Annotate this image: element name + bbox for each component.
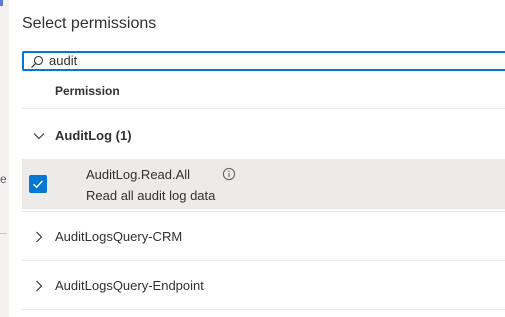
row-divider bbox=[22, 260, 505, 261]
row-divider bbox=[22, 309, 505, 310]
header-divider bbox=[22, 108, 505, 109]
group-row-auditlogsquery-endpoint[interactable]: AuditLogsQuery-Endpoint bbox=[22, 263, 505, 309]
background-panel-edge bbox=[0, 0, 9, 317]
group-row-auditlog[interactable]: AuditLog (1) bbox=[22, 112, 505, 156]
column-header-permission: Permission bbox=[55, 84, 120, 98]
info-icon[interactable] bbox=[222, 167, 236, 181]
search-box[interactable] bbox=[22, 51, 505, 71]
group-label: AuditLog (1) bbox=[55, 128, 132, 143]
group-row-auditlogsquery-crm[interactable]: AuditLogsQuery-CRM bbox=[22, 214, 505, 260]
background-accent-mark bbox=[0, 0, 3, 6]
chevron-right-icon[interactable] bbox=[32, 279, 46, 293]
permission-row-auditlog-read-all[interactable]: AuditLog.Read.All Read all audit log dat… bbox=[22, 159, 505, 209]
chevron-down-icon[interactable] bbox=[32, 129, 46, 143]
search-icon bbox=[31, 55, 44, 68]
background-divider bbox=[0, 233, 7, 234]
permission-description: Read all audit log data bbox=[86, 188, 216, 203]
search-input[interactable] bbox=[49, 53, 249, 69]
group-label: AuditLogsQuery-Endpoint bbox=[55, 278, 204, 293]
permission-checkbox[interactable] bbox=[29, 175, 47, 193]
row-divider bbox=[22, 211, 505, 212]
group-label: AuditLogsQuery-CRM bbox=[55, 229, 183, 244]
checkmark-icon bbox=[33, 180, 44, 189]
chevron-right-icon[interactable] bbox=[32, 230, 46, 244]
panel-title: Select permissions bbox=[22, 15, 157, 32]
permission-name: AuditLog.Read.All bbox=[86, 167, 191, 182]
background-partial-text: e bbox=[0, 172, 7, 186]
